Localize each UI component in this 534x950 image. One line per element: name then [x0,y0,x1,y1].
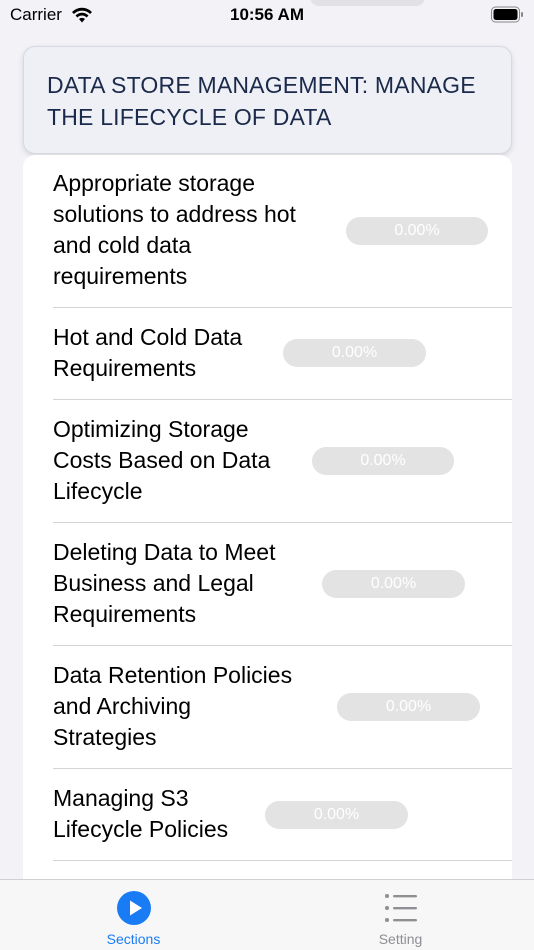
section-title-line: Business and Legal [53,570,254,596]
section-title-line: Data Retention Policies [53,662,293,688]
chapter-header-card: DATA STORE MANAGEMENT: MANAGE THE LIFECY… [23,46,512,154]
section-title-line: Optimizing Storage [53,416,249,442]
section-title-line: Managing S3 [53,785,189,811]
section-title-line: solutions to address hot [53,201,296,227]
section-title-line: Appropriate storage [53,170,256,196]
row-separator [53,860,512,861]
progress-pill: 0.00% [265,801,408,829]
section-title-line: Lifecycle [53,478,143,504]
tab-bar: Sections Setting [0,879,534,950]
section-title: Hot and Cold Data Requirements [53,322,242,384]
tab-settings-label: Setting [378,931,423,947]
tab-sections-label: Sections [106,931,161,947]
section-row[interactable]: Optimizing Storage Costs Based on Data L… [23,400,512,522]
section-title: Deleting Data to Meet Business and Legal… [53,537,275,630]
section-title: Data Retention Policies and Archiving St… [53,660,292,753]
progress-pill: 0.00% [283,339,426,367]
progress-pill: 0.00% [322,570,465,598]
tab-settings[interactable]: Setting [267,880,534,950]
progress-pill: 0.00% [346,217,488,245]
status-bar: Carrier 10:56 AM [0,0,534,30]
section-row[interactable]: Data Retention Policies and Archiving St… [23,646,512,768]
progress-pill: 0.00% [337,693,480,721]
sections-list: Appropriate storage solutions to address… [23,155,512,885]
battery-icon [491,6,523,23]
section-title: Managing S3 Lifecycle Policies [53,783,228,845]
section-row[interactable]: Appropriate storage solutions to address… [23,155,512,307]
section-row[interactable]: Managing S3 Lifecycle Policies 0.00% [23,769,512,860]
section-title-line: requirements [53,263,188,289]
play-circle-icon [117,891,151,925]
section-title-line: Requirements [53,601,197,627]
chapter-title: DATA STORE MANAGEMENT: MANAGE THE LIFECY… [47,69,489,133]
section-row[interactable]: Deleting Data to Meet Business and Legal… [23,523,512,645]
section-title: Optimizing Storage Costs Based on Data L… [53,414,270,507]
tab-sections[interactable]: Sections [0,880,267,950]
section-title-line: and cold data [53,232,192,258]
section-title-line: Strategies [53,724,157,750]
chapter-title-line-2: THE LIFECYCLE OF DATA [47,104,332,130]
list-icon [385,894,417,922]
section-title-line: and Archiving [53,693,192,719]
chapter-title-line-1: DATA STORE MANAGEMENT: MANAGE [47,72,476,98]
clock-time: 10:56 AM [229,5,304,24]
section-row[interactable]: Hot and Cold Data Requirements 0.00% [23,308,512,399]
app-screen: Carrier 10:56 AM DATA STORE MANAGEMENT: … [0,0,534,950]
progress-pill: 0.00% [312,447,454,475]
section-title-line: Lifecycle Policies [53,816,229,842]
section-title-line: Requirements [53,355,197,381]
section-title-line: Hot and Cold Data [53,324,243,350]
section-title-line: Deleting Data to Meet [53,539,276,565]
section-title: Appropriate storage solutions to address… [53,168,296,292]
section-title-line: Costs Based on Data [53,447,271,473]
